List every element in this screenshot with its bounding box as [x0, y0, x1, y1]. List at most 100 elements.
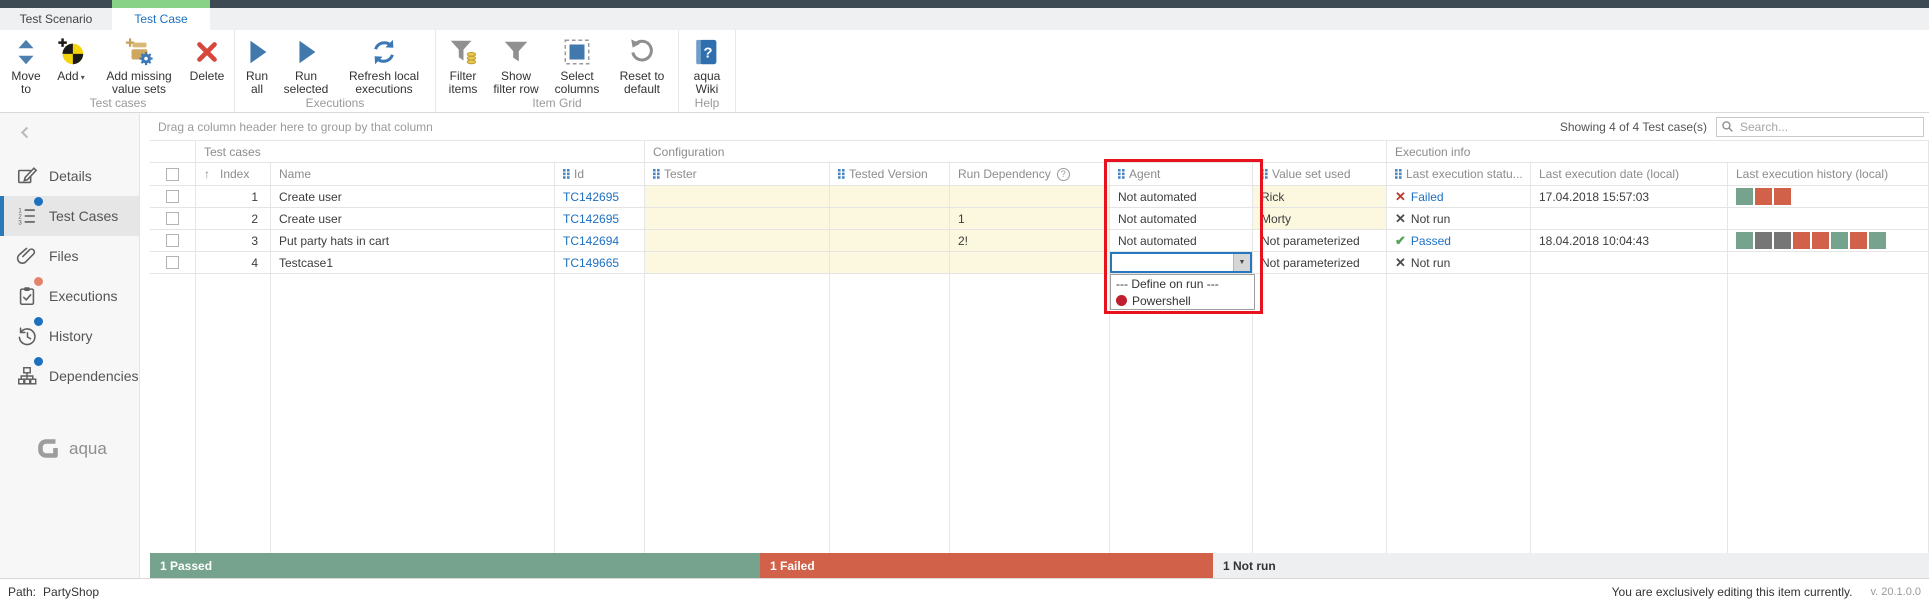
cell-name: Create user: [271, 186, 555, 207]
sidebar-item-label: Files: [49, 248, 79, 264]
test-case-id-link[interactable]: TC142694: [563, 234, 619, 248]
group-by-hint: Drag a column header here to group by th…: [158, 120, 433, 134]
row-checkbox[interactable]: [166, 190, 179, 203]
ribbon-group-buttons: Run allRun selectedRefresh local executi…: [238, 30, 432, 96]
test-case-id-link[interactable]: TC142695: [563, 212, 619, 226]
cell-tested-version: [830, 208, 950, 229]
ribbon-toolbar: Move toAdd ▾Add missing value setsDelete…: [0, 30, 1929, 113]
empty-column-area: [1728, 274, 1929, 553]
search-input[interactable]: [1738, 119, 1919, 135]
cell-index: 3: [196, 230, 271, 251]
column-header-tester[interactable]: Tester: [645, 163, 830, 185]
column-header-label: Index: [220, 167, 249, 181]
ribbon-button-label: Show filter row: [488, 70, 544, 96]
row-checkbox[interactable]: [166, 212, 179, 225]
ribbon-group-label: Help: [682, 96, 732, 112]
column-header-last-execution-history-local-[interactable]: Last execution history (local): [1728, 163, 1929, 185]
x-icon: ✕: [1395, 211, 1406, 227]
dropdown-item-powershell[interactable]: Powershell: [1111, 292, 1254, 309]
sidebar-item-history[interactable]: History: [0, 316, 139, 356]
column-header-last-execution-date-local-[interactable]: Last execution date (local): [1531, 163, 1728, 185]
show-filter-row-button[interactable]: Show filter row: [488, 33, 544, 96]
execution-status-label: Not run: [1411, 212, 1450, 226]
collapse-sidebar-button[interactable]: [18, 125, 33, 145]
filter-coins-icon: [448, 34, 478, 70]
aqua-wiki-button[interactable]: ?aqua Wiki: [683, 33, 731, 96]
column-header-label: Last execution statu...: [1406, 167, 1523, 181]
status-bar: Path: PartyShop You are exclusively edit…: [0, 578, 1929, 604]
sidebar-item-executions[interactable]: Executions: [0, 276, 139, 316]
add-missing-value-sets-button[interactable]: Add missing value sets: [96, 33, 182, 96]
dropdown-button[interactable]: ▼: [1233, 254, 1250, 271]
chevron-left-icon: [18, 125, 33, 140]
agent-editor-input[interactable]: ▼: [1110, 252, 1252, 273]
empty-column-area: [1110, 274, 1253, 553]
column-header-last-execution-statu-[interactable]: Last execution statu...: [1387, 163, 1531, 185]
cell-last-execution-status: ✕ Not run: [1387, 208, 1531, 229]
test-case-id-link[interactable]: TC149665: [563, 256, 619, 270]
empty-column-area: [950, 274, 1110, 553]
history-square-green: [1736, 232, 1753, 249]
cell-value-set-used: Rick: [1253, 186, 1387, 207]
column-header-label: Last execution history (local): [1736, 167, 1888, 181]
table-row[interactable]: 4Testcase1TC149665▼Not parameterized✕Not…: [150, 252, 1929, 274]
row-checkbox[interactable]: [166, 256, 179, 269]
column-header-tested-version[interactable]: Tested Version: [830, 163, 950, 185]
table-row[interactable]: 1Create userTC142695Not automatedRick✕Fa…: [150, 186, 1929, 208]
run-all-button[interactable]: Run all: [239, 33, 275, 96]
ribbon-button-label: Move to: [6, 70, 46, 96]
summary-notrun-segment: 1 Not run: [1213, 553, 1929, 578]
select-all-checkbox[interactable]: [166, 168, 179, 181]
execution-status-label[interactable]: Passed: [1411, 234, 1451, 248]
cell-tested-version: [830, 230, 950, 251]
cell-run-dependency: [950, 252, 1110, 273]
group-by-bar[interactable]: Drag a column header here to group by th…: [150, 113, 1929, 141]
execution-status-label[interactable]: Failed: [1411, 190, 1444, 204]
table-row[interactable]: 2Create userTC1426951Not automatedMorty✕…: [150, 208, 1929, 230]
path-label: Path:: [8, 585, 36, 599]
refresh-local-executions-button[interactable]: Refresh local executions: [337, 33, 431, 96]
cell-name: Testcase1: [271, 252, 555, 273]
select-columns-button[interactable]: Select columns: [546, 33, 608, 96]
cell-id: TC149665: [555, 252, 645, 273]
empty-column-area: [150, 274, 196, 553]
sidebar-nav: Details 123 Test Cases Files Executions …: [0, 113, 140, 578]
filter-items-button[interactable]: Filter items: [440, 33, 486, 96]
column-header-id[interactable]: Id: [555, 163, 645, 185]
tab-test-case[interactable]: Test Case: [112, 8, 210, 30]
agent-editor-value[interactable]: [1112, 254, 1233, 271]
column-header-index[interactable]: ↑Index: [196, 163, 271, 185]
search-box[interactable]: [1716, 117, 1924, 137]
reset-to-default-button[interactable]: Reset to default: [610, 33, 674, 96]
value-sets-icon: [124, 34, 154, 70]
move-to-button[interactable]: Move to: [6, 33, 46, 96]
tab-test-scenario[interactable]: Test Scenario: [0, 8, 112, 30]
refresh-icon: [369, 34, 399, 70]
add-button[interactable]: Add ▾: [48, 33, 94, 84]
run-icon: [291, 34, 321, 70]
sidebar-item-files[interactable]: Files: [0, 236, 139, 276]
delete-button[interactable]: Delete: [184, 33, 230, 83]
table-row[interactable]: 3Put party hats in cartTC1426942!Not aut…: [150, 230, 1929, 252]
cell-index: 1: [196, 186, 271, 207]
empty-column-area: [1253, 274, 1387, 553]
sidebar-item-details[interactable]: Details: [0, 156, 139, 196]
sidebar-item-test-cases[interactable]: 123 Test Cases: [0, 196, 139, 236]
column-header-name[interactable]: Name: [271, 163, 555, 185]
band-configuration: Configuration: [645, 141, 1387, 162]
column-header-agent[interactable]: Agent: [1110, 163, 1253, 185]
dropdown-item-define-on-run[interactable]: --- Define on run ---: [1111, 275, 1254, 292]
test-case-id-link[interactable]: TC142695: [563, 190, 619, 204]
column-header-value-set-used[interactable]: Value set used: [1253, 163, 1387, 185]
execution-status-label: Not run: [1411, 256, 1450, 270]
column-header-run-dependency[interactable]: Run Dependency?: [950, 163, 1110, 185]
band-test-cases: Test cases: [196, 141, 645, 162]
sidebar-item-dependencies[interactable]: Dependencies: [0, 356, 139, 396]
numbered-list-icon: 123: [16, 205, 38, 227]
run-selected-button[interactable]: Run selected: [277, 33, 335, 96]
cell-last-execution-date: 18.04.2018 10:04:43: [1531, 230, 1728, 251]
cell-value-set-used: Morty: [1253, 208, 1387, 229]
row-checkbox[interactable]: [166, 234, 179, 247]
cell-last-execution-history: [1728, 186, 1929, 207]
ribbon-button-label: Add missing value sets: [96, 70, 182, 96]
